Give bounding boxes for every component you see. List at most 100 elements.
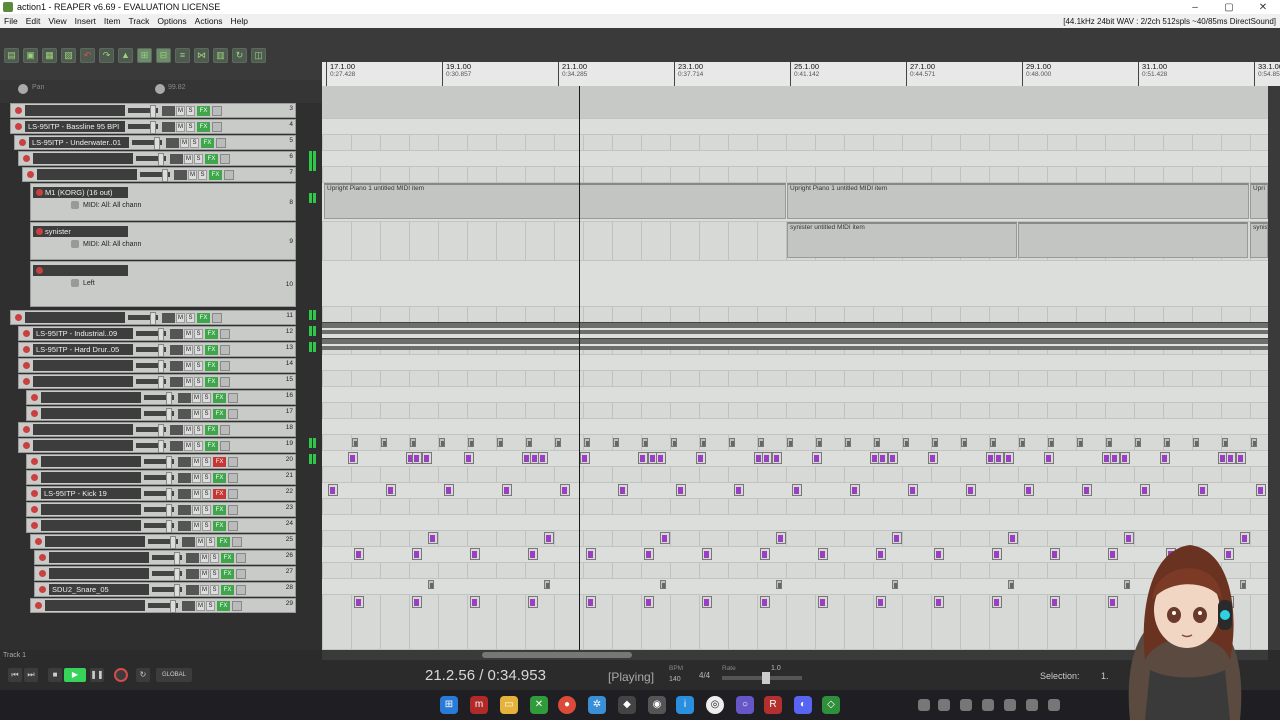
- drum-clip[interactable]: [1135, 438, 1141, 447]
- record-arm-button[interactable]: [31, 410, 38, 417]
- volume-slider[interactable]: [136, 153, 166, 166]
- drum-clip[interactable]: [1160, 452, 1170, 464]
- global-automation-button[interactable]: GLOBAL: [156, 668, 192, 682]
- drum-clip[interactable]: [903, 438, 909, 447]
- track-lane[interactable]: [322, 86, 1268, 119]
- track-row[interactable]: M S FX 27: [34, 566, 296, 581]
- ghost-app-icon[interactable]: ◉: [648, 696, 666, 714]
- fx-button[interactable]: FX: [213, 408, 226, 419]
- drum-clip[interactable]: [1050, 548, 1060, 560]
- drum-clip[interactable]: [464, 452, 474, 464]
- envelope-button[interactable]: [220, 424, 230, 435]
- envelope-button[interactable]: [216, 137, 226, 148]
- track-lane[interactable]: [322, 435, 1268, 451]
- io-button[interactable]: [186, 568, 199, 579]
- solo-button[interactable]: S: [202, 472, 211, 483]
- drum-clip[interactable]: [1110, 452, 1120, 464]
- envelope-button[interactable]: [228, 408, 238, 419]
- mute-button[interactable]: M: [176, 312, 185, 323]
- drum-clip[interactable]: [772, 452, 782, 464]
- horizontal-scroll-thumb[interactable]: [482, 652, 632, 658]
- track-lane[interactable]: [322, 261, 1268, 307]
- drum-clip[interactable]: [354, 596, 364, 608]
- track-name[interactable]: [33, 440, 133, 451]
- time-signature[interactable]: 4/4: [699, 671, 710, 680]
- drum-clip[interactable]: [656, 452, 666, 464]
- drum-clip[interactable]: [816, 438, 822, 447]
- menu-view[interactable]: View: [44, 16, 70, 26]
- drum-clip[interactable]: [1044, 452, 1054, 464]
- drum-clip[interactable]: [528, 596, 538, 608]
- audio-item[interactable]: [322, 322, 1268, 334]
- track-row[interactable]: M S FX 26: [34, 550, 296, 565]
- drum-clip[interactable]: [888, 452, 898, 464]
- envelope-button[interactable]: [228, 472, 238, 483]
- drum-clip[interactable]: [328, 484, 338, 496]
- solo-button[interactable]: S: [202, 456, 211, 467]
- record-button[interactable]: [114, 668, 128, 682]
- drum-clip[interactable]: [700, 438, 706, 447]
- track-lane[interactable]: [322, 387, 1268, 403]
- solo-button[interactable]: S: [210, 568, 219, 579]
- fx-button[interactable]: FX: [197, 312, 210, 323]
- menu-file[interactable]: File: [0, 16, 22, 26]
- obs-icon[interactable]: ◎: [706, 696, 724, 714]
- record-arm-button[interactable]: [15, 123, 22, 130]
- fx-button[interactable]: FX: [213, 520, 226, 531]
- ruler-mark[interactable]: 17.1.00 0:27.428: [326, 62, 355, 86]
- record-arm-button[interactable]: [23, 330, 30, 337]
- grid-icon[interactable]: ⊟: [156, 48, 171, 63]
- record-arm-button[interactable]: [23, 362, 30, 369]
- track-name[interactable]: [41, 456, 141, 467]
- envelope-button[interactable]: [232, 536, 242, 547]
- drum-clip[interactable]: [792, 484, 802, 496]
- midi-item[interactable]: synister untitled MIDI item: [787, 222, 1017, 258]
- track-lane[interactable]: [322, 307, 1268, 323]
- instrument-track-name[interactable]: synister: [33, 226, 128, 237]
- audio-item[interactable]: [322, 338, 1268, 350]
- volume-slider[interactable]: [144, 472, 174, 485]
- io-button[interactable]: [178, 408, 191, 419]
- midi-item[interactable]: Upri: [1250, 183, 1268, 219]
- drum-clip[interactable]: [702, 596, 712, 608]
- solo-button[interactable]: S: [206, 536, 215, 547]
- track-name[interactable]: [41, 504, 141, 515]
- go-to-end-button[interactable]: ⏭: [24, 668, 38, 682]
- drum-clip[interactable]: [892, 532, 902, 544]
- drum-clip[interactable]: [412, 452, 422, 464]
- drum-clip[interactable]: [422, 452, 432, 464]
- drum-clip[interactable]: [644, 548, 654, 560]
- timeline-ruler[interactable]: 17.1.00 0:27.428 19.1.00 0:30.857 21.1.00 0:3…: [322, 28, 1280, 86]
- drum-clip[interactable]: [850, 484, 860, 496]
- track-row[interactable]: LS-95ITP - Underwater..01 M S FX 5: [14, 135, 296, 150]
- tool-more-icon[interactable]: ◫: [251, 48, 266, 63]
- io-button[interactable]: [170, 328, 183, 339]
- package-app-icon[interactable]: ◆: [618, 696, 636, 714]
- drum-clip[interactable]: [787, 438, 793, 447]
- volume-slider[interactable]: [132, 137, 162, 150]
- solo-button[interactable]: S: [190, 137, 199, 148]
- redo-icon[interactable]: ↷: [99, 48, 114, 63]
- track-row[interactable]: M S FX 29: [30, 598, 296, 613]
- fx-button[interactable]: FX: [221, 568, 234, 579]
- midi-item[interactable]: synis: [1250, 222, 1268, 258]
- repeat-button[interactable]: ↻: [136, 668, 150, 682]
- time-display[interactable]: 21.2.56 / 0:34.953: [425, 667, 546, 684]
- record-arm-button[interactable]: [39, 586, 46, 593]
- tray-discord-icon[interactable]: [1026, 699, 1038, 711]
- drum-clip[interactable]: [1222, 438, 1228, 447]
- io-button[interactable]: [162, 312, 175, 323]
- ruler-mark[interactable]: 25.1.00 0:41.142: [790, 62, 819, 86]
- drum-clip[interactable]: [934, 596, 944, 608]
- envelope-button[interactable]: [212, 121, 222, 132]
- drum-clip[interactable]: [538, 452, 548, 464]
- ruler-mark[interactable]: 27.1.00 0:44.571: [906, 62, 935, 86]
- fx-button[interactable]: FX: [205, 344, 218, 355]
- settings-icon[interactable]: ✲: [588, 696, 606, 714]
- record-arm-button[interactable]: [39, 554, 46, 561]
- drum-clip[interactable]: [638, 452, 648, 464]
- drum-clip[interactable]: [845, 438, 851, 447]
- info-app-icon[interactable]: i: [676, 696, 694, 714]
- io-button[interactable]: [178, 488, 191, 499]
- fx-button[interactable]: FX: [205, 360, 218, 371]
